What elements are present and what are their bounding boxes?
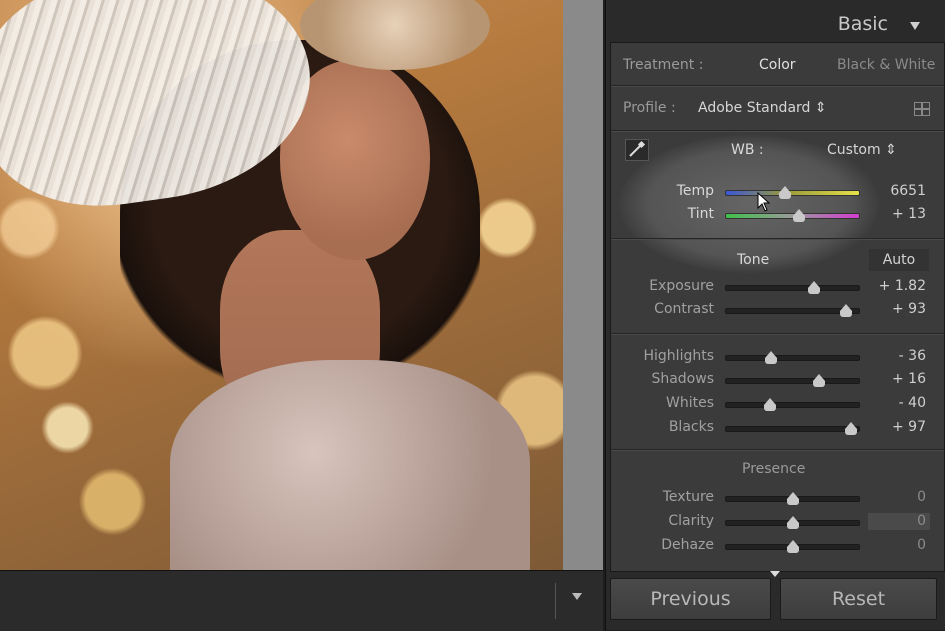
slider-texture[interactable]: Texture 0	[611, 488, 944, 508]
slider-temp[interactable]: Temp 6651	[611, 182, 944, 202]
slider-label: Whites	[665, 395, 714, 411]
slider-label: Temp	[676, 183, 714, 199]
previous-button[interactable]: Previous	[610, 578, 771, 620]
slider-track[interactable]	[725, 186, 860, 199]
bottom-toolbar	[0, 570, 603, 631]
auto-tone-button[interactable]: Auto	[869, 249, 929, 271]
wb-select[interactable]: Custom ⇕	[827, 142, 897, 158]
panel-title[interactable]: Basic	[838, 13, 888, 35]
slider-label: Blacks	[668, 419, 714, 435]
slider-track[interactable]	[725, 374, 860, 387]
profile-select[interactable]: Adobe Standard ⇕	[698, 100, 827, 116]
treatment-label: Treatment :	[623, 57, 704, 73]
slider-thumb[interactable]	[839, 304, 852, 317]
slider-thumb[interactable]	[807, 281, 820, 294]
slider-thumb[interactable]	[845, 422, 858, 435]
collapse-triangle-down-icon[interactable]	[910, 22, 920, 30]
slider-track[interactable]	[725, 492, 860, 505]
slider-exposure[interactable]: Exposure + 1.82	[611, 277, 944, 297]
slider-label: Dehaze	[661, 537, 714, 553]
grid-icon[interactable]	[914, 102, 930, 116]
slider-value[interactable]: 0	[917, 489, 926, 505]
slider-track[interactable]	[725, 351, 860, 364]
tone-label: Tone	[737, 252, 770, 268]
slider-tint[interactable]: Tint + 13	[611, 205, 944, 225]
slider-label: Tint	[687, 206, 714, 222]
slider-thumb[interactable]	[786, 540, 799, 553]
slider-value[interactable]: + 1.82	[879, 278, 926, 294]
profile-label: Profile :	[623, 100, 676, 116]
slider-value[interactable]: + 97	[892, 419, 926, 435]
slider-value[interactable]: + 16	[892, 371, 926, 387]
treatment-bw-option[interactable]: Black & White	[837, 57, 935, 73]
slider-thumb[interactable]	[786, 516, 799, 529]
toolbar-menu-triangle-down-icon[interactable]	[572, 593, 582, 600]
photo-viewport[interactable]	[0, 0, 603, 570]
develop-right-panel: Basic Treatment : Color Black & White Pr…	[605, 0, 945, 630]
wb-label: WB :	[731, 142, 764, 158]
slider-track[interactable]	[725, 304, 860, 317]
toolbar-divider	[555, 583, 556, 619]
slider-whites[interactable]: Whites - 40	[611, 394, 944, 414]
slider-highlights[interactable]: Highlights - 36	[611, 347, 944, 367]
slider-track[interactable]	[725, 398, 860, 411]
slider-thumb[interactable]	[778, 186, 791, 199]
slider-value[interactable]: + 93	[892, 301, 926, 317]
reset-button[interactable]: Reset	[780, 578, 937, 620]
slider-value[interactable]: 0	[917, 513, 926, 529]
slider-label: Clarity	[668, 513, 714, 529]
slider-track[interactable]	[725, 281, 860, 294]
eyedropper-icon[interactable]	[625, 139, 649, 161]
divider	[611, 238, 944, 240]
divider	[611, 449, 944, 451]
slider-value[interactable]: 0	[917, 537, 926, 553]
slider-track[interactable]	[725, 516, 860, 529]
slider-contrast[interactable]: Contrast + 93	[611, 300, 944, 320]
slider-blacks[interactable]: Blacks + 97	[611, 418, 944, 438]
slider-track[interactable]	[725, 209, 860, 222]
slider-label: Shadows	[651, 371, 714, 387]
slider-thumb[interactable]	[793, 209, 806, 222]
slider-value[interactable]: - 40	[899, 395, 926, 411]
slider-thumb[interactable]	[786, 492, 799, 505]
divider	[611, 130, 944, 132]
slider-thumb[interactable]	[813, 374, 826, 387]
slider-label: Exposure	[649, 278, 714, 294]
mouse-cursor-icon	[757, 192, 771, 212]
slider-label: Contrast	[654, 301, 714, 317]
panel-expand-triangle-down-icon[interactable]	[770, 571, 780, 577]
slider-thumb[interactable]	[765, 351, 778, 364]
slider-value[interactable]: + 13	[892, 206, 926, 222]
panel-header[interactable]: Basic	[606, 0, 945, 42]
slider-clarity[interactable]: Clarity 0	[611, 512, 944, 532]
slider-track[interactable]	[725, 540, 860, 553]
basic-panel: Treatment : Color Black & White Profile …	[610, 42, 945, 572]
slider-track[interactable]	[725, 422, 860, 435]
divider	[611, 85, 944, 87]
slider-value[interactable]: - 36	[899, 348, 926, 364]
presence-label: Presence	[742, 461, 806, 477]
slider-label: Highlights	[643, 348, 715, 364]
slider-label: Texture	[662, 489, 714, 505]
slider-thumb[interactable]	[763, 398, 776, 411]
photo-preview[interactable]	[0, 0, 563, 570]
photo-dress	[170, 360, 530, 570]
divider	[611, 333, 944, 335]
slider-dehaze[interactable]: Dehaze 0	[611, 536, 944, 556]
treatment-color-option[interactable]: Color	[759, 57, 796, 73]
slider-shadows[interactable]: Shadows + 16	[611, 370, 944, 390]
slider-value[interactable]: 6651	[890, 183, 926, 199]
